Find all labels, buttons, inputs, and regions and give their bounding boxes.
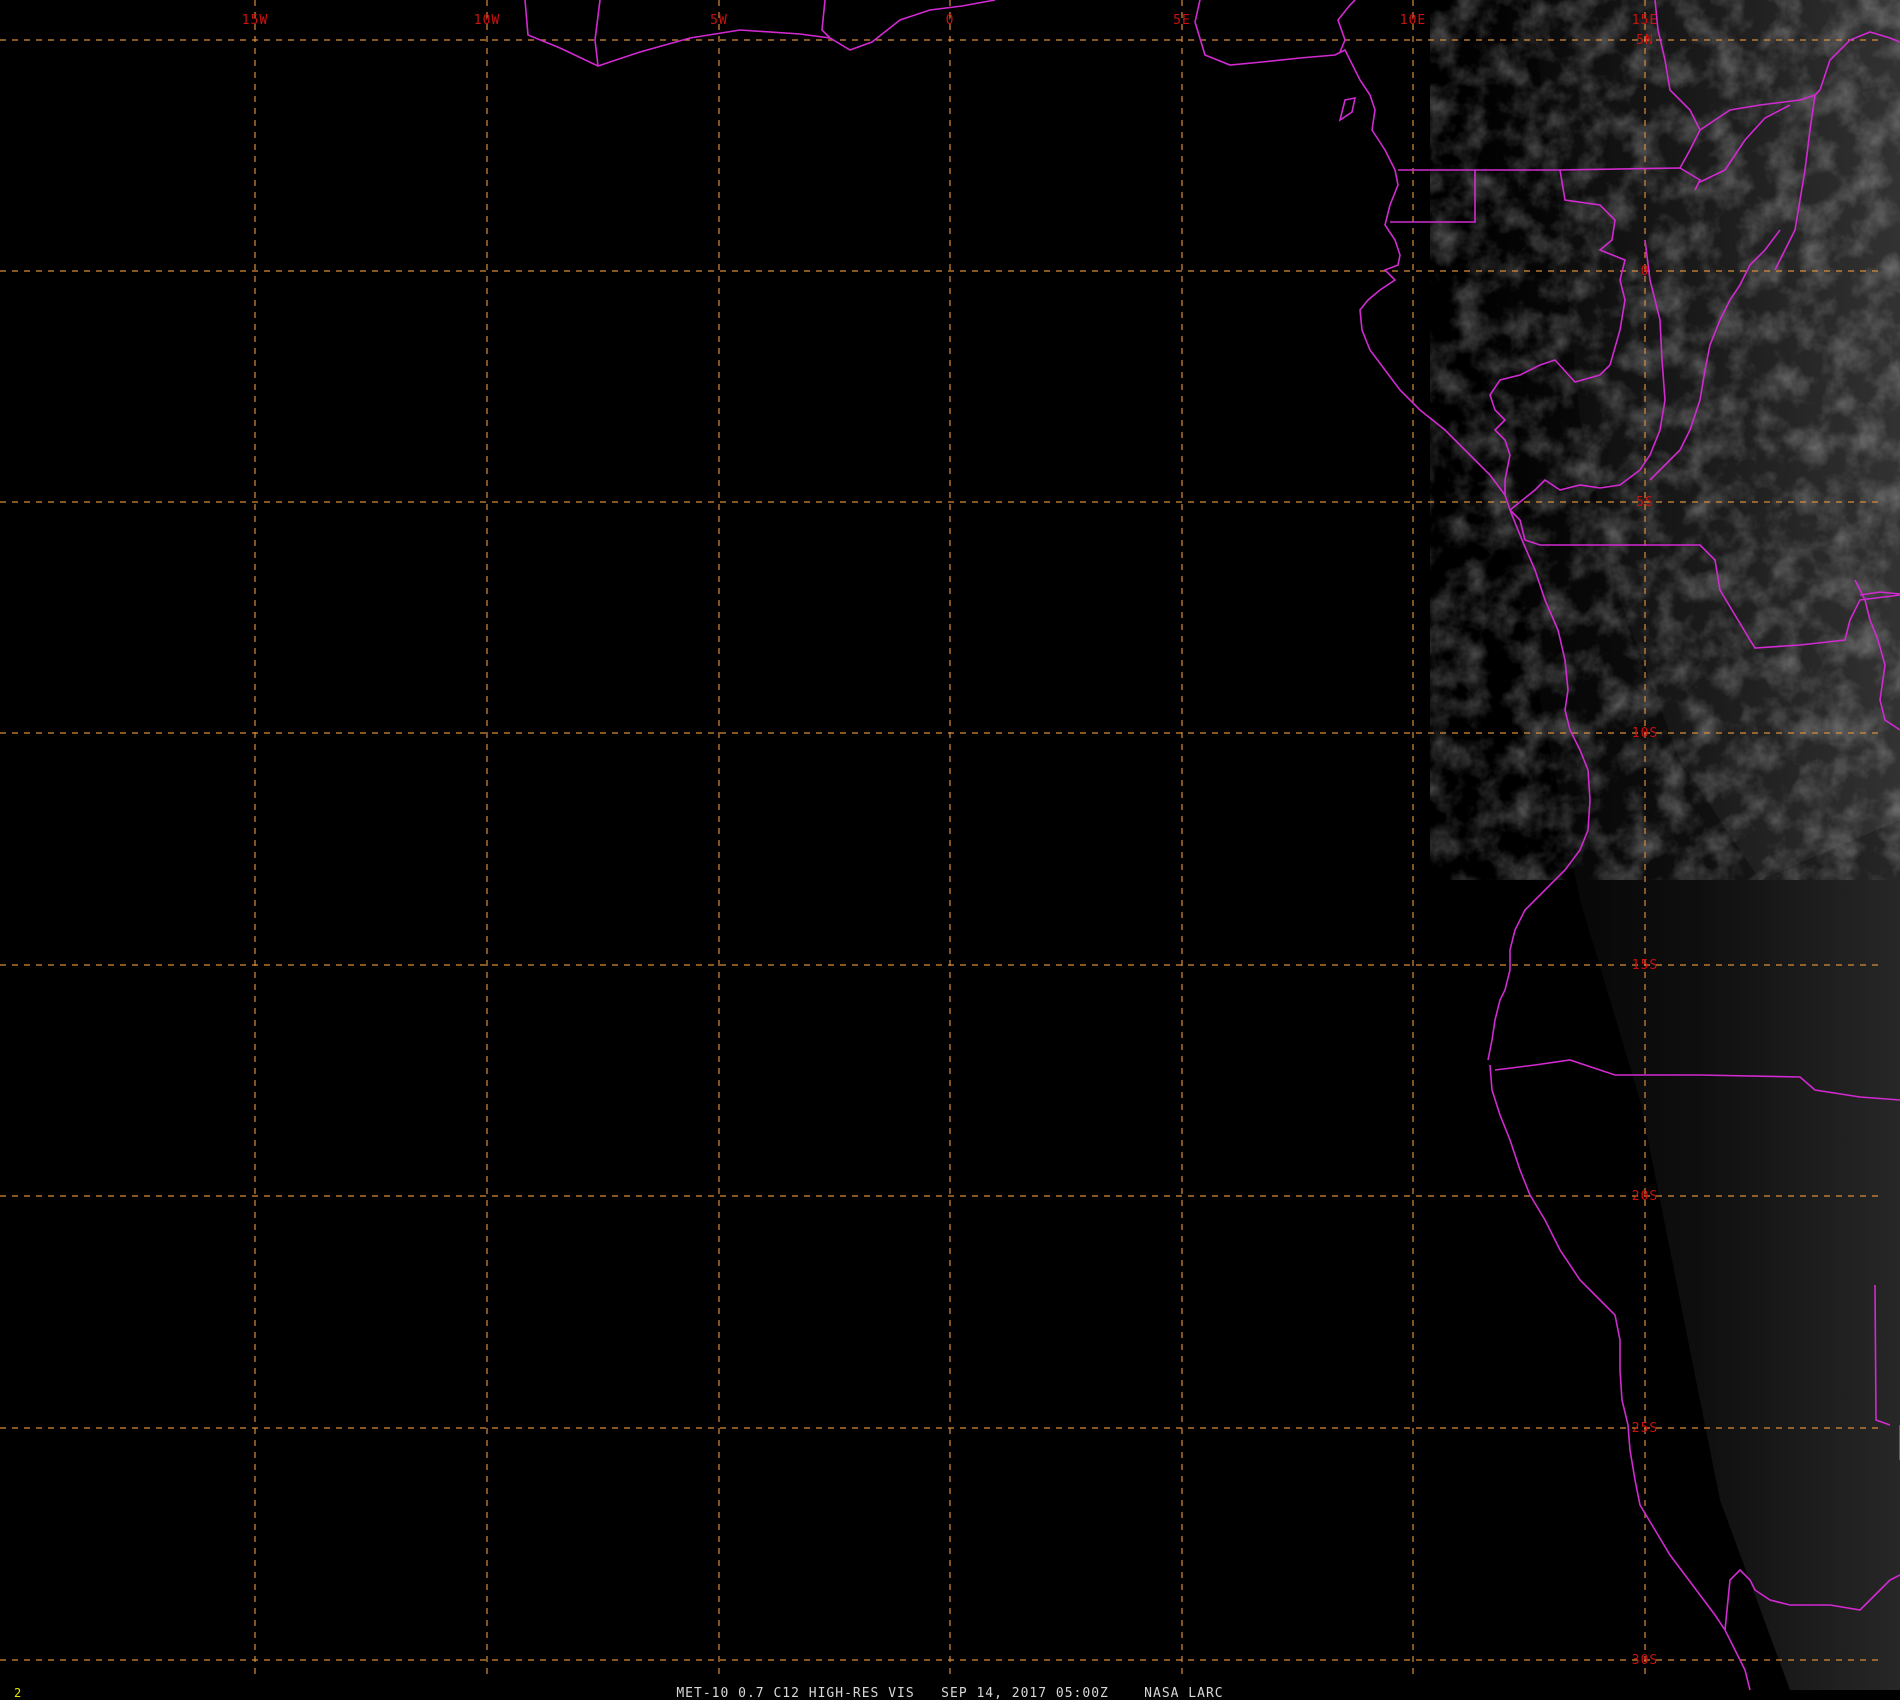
frame-number: 2 [14, 1686, 21, 1700]
border-west-africa-north [594, 0, 601, 67]
border-nigeria-north [1194, 0, 1201, 23]
longitude-label: 10E [1400, 13, 1426, 28]
map-canvas: 15W 10W 5W 0 5E 10E 15E 5N 0 5S 10S 15S 20S 25S 30S 2… [0, 0, 1900, 1700]
latitude-label: 30S [1632, 1653, 1658, 1668]
sunlit-region [1430, 0, 1900, 1690]
longitude-label: 5W [710, 13, 728, 28]
satellite-map: 15W 10W 5W 0 5E 10E 15E 5N 0 5S 10S 15S 20S 25S 30S 2… [0, 0, 1900, 1700]
longitude-label: 15W [242, 13, 268, 28]
latitude-label: 5S [1636, 495, 1654, 510]
coastline-nigeria-cameroon [1194, 21, 1396, 171]
longitude-label: 10W [474, 13, 500, 28]
latitude-label: 25S [1632, 1421, 1658, 1436]
border-ghana-togo [821, 0, 831, 39]
longitude-label: 0 [946, 13, 955, 28]
latitude-label: 15S [1632, 958, 1658, 973]
image-caption: MET-10 0.7 C12 HIGH-RES VIS SEP 14, 2017… [676, 1686, 1223, 1700]
longitude-label: 15E [1632, 13, 1658, 28]
bioko-island [1338, 96, 1357, 122]
latitude-label: 5N [1636, 33, 1654, 48]
latitude-label: 20S [1632, 1189, 1658, 1204]
latitude-label: 10S [1632, 726, 1658, 741]
longitude-label: 5E [1173, 13, 1191, 28]
border-nigeria-cameroon [1337, 0, 1356, 53]
latitude-label: 0 [1641, 264, 1650, 279]
